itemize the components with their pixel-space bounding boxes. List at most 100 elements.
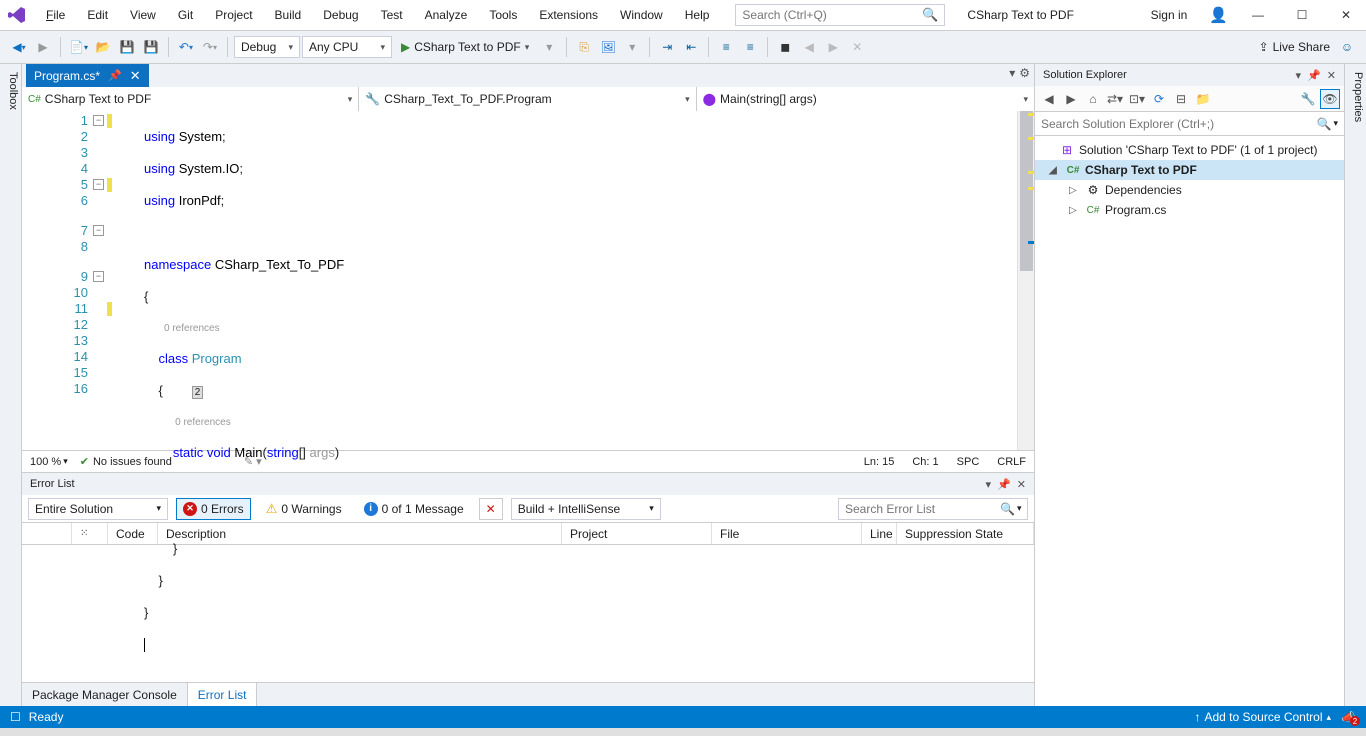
- menu-analyze[interactable]: Analyze: [415, 4, 478, 26]
- save-all-icon[interactable]: 💾: [140, 36, 162, 58]
- tree-deps[interactable]: ▷⚙Dependencies: [1035, 180, 1344, 200]
- bookmark-icon[interactable]: ◼: [774, 36, 796, 58]
- minimize-button[interactable]: —: [1244, 4, 1272, 26]
- comment-icon[interactable]: ≡: [715, 36, 737, 58]
- document-tabs: Program.cs* 📌 ✕ ▾ ⚙: [22, 64, 1034, 87]
- fold-icon[interactable]: −: [93, 271, 104, 282]
- home-icon[interactable]: ⌂: [1083, 89, 1103, 109]
- pin-icon[interactable]: 📌: [997, 478, 1011, 491]
- solution-explorer: Solution Explorer ▾📌✕ ◀ ▶ ⌂ ⇄▾ ⊡▾ ⟳ ⊟ 📁 …: [1034, 64, 1344, 706]
- person-icon[interactable]: 👤: [1209, 6, 1228, 24]
- open-icon[interactable]: 📂: [92, 36, 114, 58]
- zoom-combo[interactable]: 100 %▾: [30, 456, 68, 468]
- menu-test[interactable]: Test: [371, 4, 413, 26]
- fwd-icon[interactable]: ▶: [1061, 89, 1081, 109]
- switch-view-icon[interactable]: ⇄▾: [1105, 89, 1125, 109]
- uncomment-icon[interactable]: ≡: [739, 36, 761, 58]
- menu-view[interactable]: View: [120, 4, 166, 26]
- close-button[interactable]: ✕: [1332, 4, 1360, 26]
- nav-fwd-icon[interactable]: ▶: [32, 36, 54, 58]
- close-panel-icon[interactable]: ✕: [1327, 69, 1336, 82]
- code-text[interactable]: using System; using System.IO; using Iro…: [114, 111, 1017, 450]
- tab-overflow-icon[interactable]: ▾: [1009, 66, 1015, 80]
- panel-menu-icon[interactable]: ▾: [986, 478, 992, 491]
- maximize-button[interactable]: ☐: [1288, 4, 1316, 26]
- back-icon[interactable]: ◀: [1039, 89, 1059, 109]
- panel-menu-icon[interactable]: ▾: [1296, 69, 1302, 82]
- solexp-header: Solution Explorer ▾📌✕: [1035, 64, 1344, 86]
- error-list-header: Error List ▾📌✕: [22, 473, 1034, 495]
- menu-git[interactable]: Git: [168, 4, 203, 26]
- menu-extensions[interactable]: Extensions: [529, 4, 608, 26]
- tree-program[interactable]: ▷C#Program.cs: [1035, 200, 1344, 220]
- bk-next-icon[interactable]: ▶: [822, 36, 844, 58]
- search-icon: 🔍: [922, 7, 938, 23]
- tab-program-cs[interactable]: Program.cs* 📌 ✕: [26, 64, 149, 87]
- properties-icon[interactable]: 🔧: [1298, 89, 1318, 109]
- close-panel-icon[interactable]: ✕: [1017, 478, 1026, 491]
- run-options-icon[interactable]: ▾: [538, 36, 560, 58]
- browser-menu-icon[interactable]: ▾: [621, 36, 643, 58]
- live-share-icon[interactable]: ⇪Live Share: [1259, 40, 1330, 54]
- properties-tab[interactable]: Properties: [1344, 64, 1366, 706]
- nav-class-combo[interactable]: 🔧CSharp_Text_To_PDF.Program▾: [359, 87, 696, 111]
- close-tab-icon[interactable]: ✕: [130, 68, 141, 84]
- menu-build[interactable]: Build: [265, 4, 312, 26]
- filter-icon[interactable]: ⊡▾: [1127, 89, 1147, 109]
- pin-icon[interactable]: 📌: [1307, 69, 1321, 82]
- menu-project[interactable]: Project: [205, 4, 262, 26]
- solexp-search-input[interactable]: [1041, 117, 1317, 131]
- collapse-arrow-icon[interactable]: ◢: [1049, 165, 1061, 176]
- show-all-icon[interactable]: 📁: [1193, 89, 1213, 109]
- collapse-icon[interactable]: ⊟: [1171, 89, 1191, 109]
- preview-icon[interactable]: 👁: [1320, 89, 1340, 109]
- outdent-icon[interactable]: ⇤: [680, 36, 702, 58]
- expand-arrow-icon[interactable]: ▷: [1069, 205, 1081, 216]
- vs-logo-icon: [6, 4, 28, 26]
- expand-arrow-icon[interactable]: ▷: [1069, 185, 1081, 196]
- nav-back-icon[interactable]: ◀▾: [8, 36, 30, 58]
- menu-edit[interactable]: Edit: [77, 4, 118, 26]
- save-icon[interactable]: 💾: [116, 36, 138, 58]
- menu-help[interactable]: Help: [675, 4, 720, 26]
- status-icon: ☐: [10, 710, 21, 724]
- browser-icon[interactable]: 🖼: [597, 36, 619, 58]
- col-icon[interactable]: [22, 523, 72, 544]
- undo-icon[interactable]: ↶▾: [175, 36, 197, 58]
- quick-search-input[interactable]: [742, 8, 922, 22]
- run-button[interactable]: ▶CSharp Text to PDF▾: [394, 36, 536, 58]
- feedback-icon[interactable]: ☺: [1336, 36, 1358, 58]
- tab-settings-icon[interactable]: ⚙: [1019, 66, 1030, 80]
- quick-search[interactable]: 🔍: [735, 4, 945, 26]
- step-icon[interactable]: ⎘: [573, 36, 595, 58]
- config-combo[interactable]: Debug▾: [234, 36, 300, 58]
- new-project-icon[interactable]: 📄▾: [67, 36, 90, 58]
- menu-file[interactable]: File: [36, 4, 75, 26]
- menu-tools[interactable]: Tools: [479, 4, 527, 26]
- signin-link[interactable]: Sign in: [1145, 6, 1194, 24]
- bk-prev-icon[interactable]: ◀: [798, 36, 820, 58]
- solexp-search[interactable]: 🔍▾: [1035, 112, 1344, 136]
- refresh-icon[interactable]: ⟳: [1149, 89, 1169, 109]
- csproj-icon: C#: [1065, 165, 1081, 176]
- fold-icon[interactable]: −: [93, 115, 104, 126]
- redo-icon[interactable]: ↷▾: [199, 36, 221, 58]
- pin-icon[interactable]: 📌: [108, 69, 122, 82]
- bk-clear-icon[interactable]: ✕: [846, 36, 868, 58]
- tree-project[interactable]: ◢C#CSharp Text to PDF: [1035, 160, 1344, 180]
- source-control-button[interactable]: ↑Add to Source Control▴: [1194, 710, 1331, 724]
- fold-icon[interactable]: −: [93, 225, 104, 236]
- menu-debug[interactable]: Debug: [313, 4, 368, 26]
- col-type[interactable]: ⁙: [72, 523, 108, 544]
- tree-solution[interactable]: ⊞Solution 'CSharp Text to PDF' (1 of 1 p…: [1035, 140, 1344, 160]
- indent-icon[interactable]: ⇥: [656, 36, 678, 58]
- code-editor[interactable]: −1 2 3 4 −5 6 −7 8 −9 10 11 12 13 14 15 …: [22, 111, 1034, 450]
- platform-combo[interactable]: Any CPU▾: [302, 36, 392, 58]
- fold-icon[interactable]: −: [93, 179, 104, 190]
- toolbox-tab[interactable]: Toolbox: [0, 64, 22, 706]
- vertical-scrollbar[interactable]: [1017, 111, 1034, 450]
- nav-member-combo[interactable]: ⬤Main(string[] args)▾: [697, 87, 1034, 111]
- nav-project-combo[interactable]: C#CSharp Text to PDF▾: [22, 87, 359, 111]
- notifications-icon[interactable]: 📣2: [1341, 710, 1356, 724]
- menu-window[interactable]: Window: [610, 4, 673, 26]
